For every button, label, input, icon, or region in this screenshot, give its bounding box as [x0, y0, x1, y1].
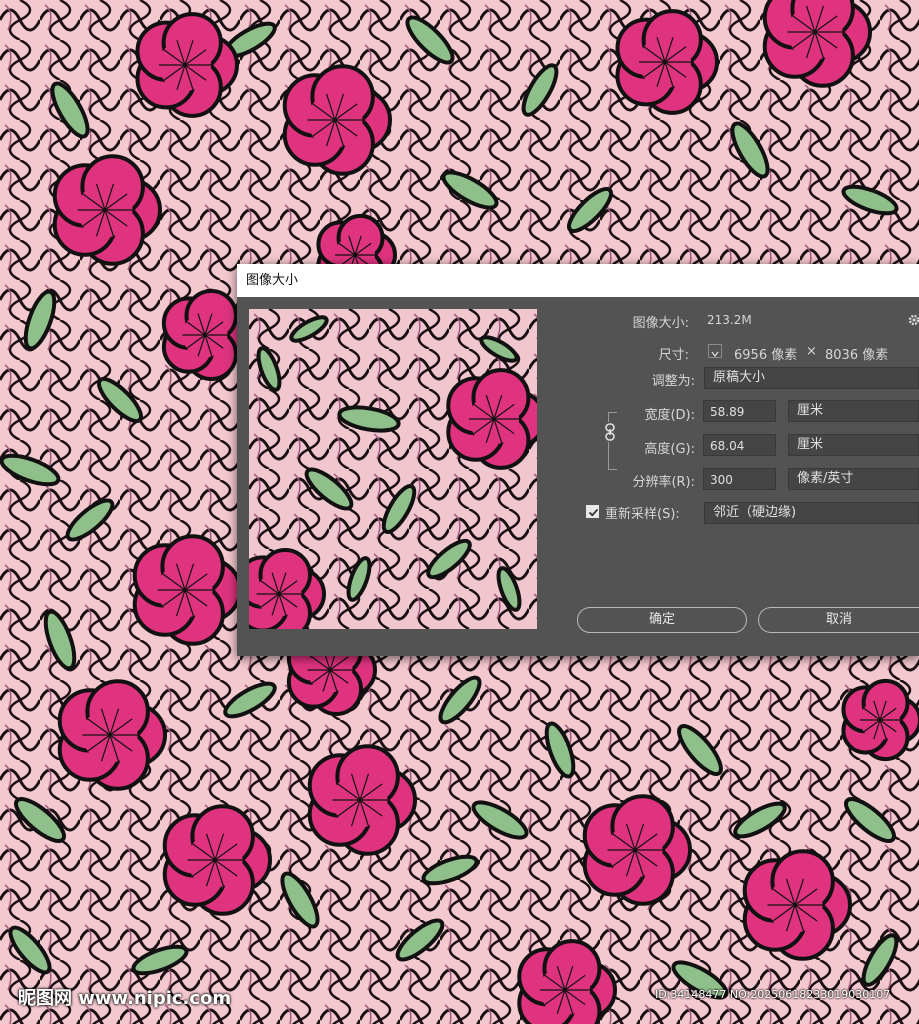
- fit-to-label: 调整为:: [651, 374, 695, 389]
- fit-to-select[interactable]: 原稿大小: [704, 367, 919, 389]
- resolution-unit-select[interactable]: 像素/英寸: [788, 468, 919, 490]
- height-unit-select[interactable]: 厘米: [788, 434, 919, 456]
- image-size-dialog: 图像大小 图像大小: 213.2M 尺寸: 6956 像素 × 8036 像素 …: [237, 264, 919, 656]
- watermark-right: ID:34148477 NO:20250618233019030107: [655, 988, 891, 1001]
- resample-value: 邻近（硬边缘): [713, 505, 797, 520]
- image-size-value: 213.2M: [707, 313, 752, 327]
- height-input[interactable]: 68.04: [703, 434, 776, 456]
- resolution-label: 分辨率(R):: [632, 475, 695, 490]
- preview-flower-motif: [446, 368, 537, 470]
- watermark-left: 昵图网 www.nipic.com: [18, 988, 232, 1009]
- resample-label: 重新采样(S):: [605, 507, 680, 522]
- dialog-title: 图像大小: [237, 264, 919, 297]
- width-label: 宽度(D):: [644, 408, 695, 423]
- dimensions-dropdown-chevron-icon[interactable]: [708, 344, 722, 358]
- dimensions-height: 8036 像素: [825, 348, 889, 363]
- fit-to-value: 原稿大小: [713, 370, 766, 385]
- image-preview[interactable]: [249, 309, 537, 629]
- resample-checkbox[interactable]: [586, 505, 599, 518]
- height-label: 高度(G):: [644, 442, 695, 457]
- ok-button[interactable]: 确定: [577, 607, 747, 633]
- cancel-button[interactable]: 取消: [758, 607, 919, 633]
- dimensions-label: 尺寸:: [658, 348, 689, 363]
- link-icon[interactable]: [603, 422, 617, 442]
- image-size-label: 图像大小:: [632, 316, 689, 331]
- gear-icon[interactable]: [907, 312, 919, 326]
- resolution-unit: 像素/英寸: [797, 471, 854, 486]
- width-input[interactable]: 58.89: [703, 400, 776, 422]
- resolution-input[interactable]: 300: [703, 468, 776, 490]
- width-unit: 厘米: [797, 403, 824, 418]
- width-unit-select[interactable]: 厘米: [788, 400, 919, 422]
- height-unit: 厘米: [797, 437, 824, 452]
- dimensions-width: 6956 像素: [734, 348, 798, 363]
- dimensions-times: ×: [806, 344, 817, 359]
- resample-select[interactable]: 邻近（硬边缘): [704, 502, 919, 524]
